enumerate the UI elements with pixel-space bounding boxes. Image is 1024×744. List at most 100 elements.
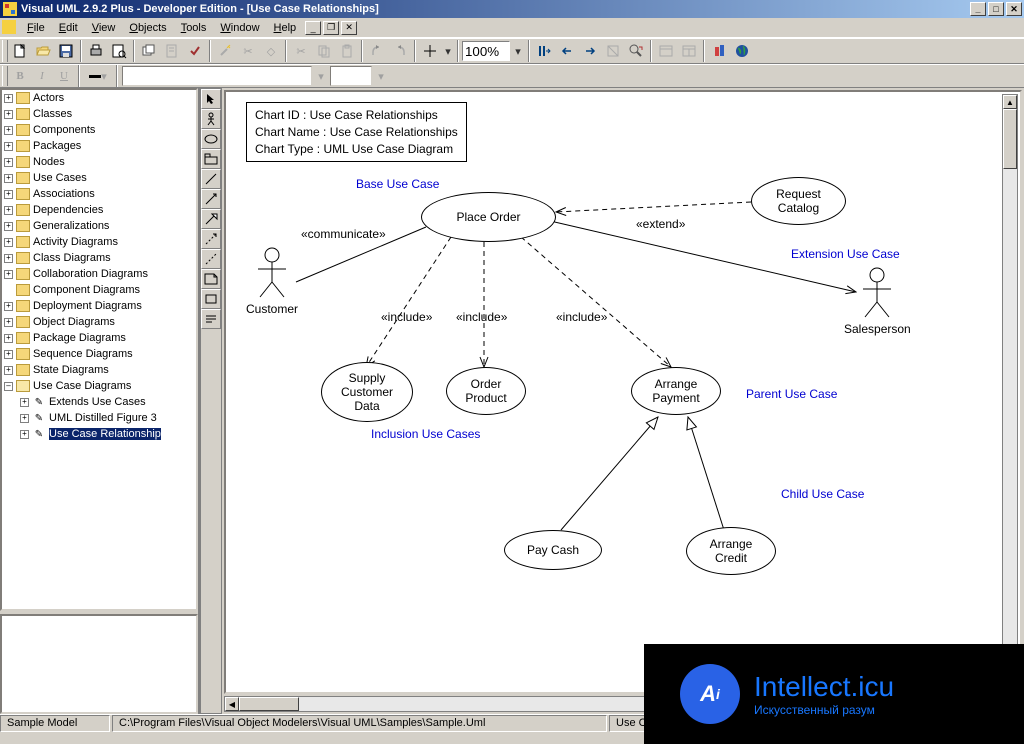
expand-icon[interactable]: + xyxy=(20,430,29,439)
menu-file[interactable]: File xyxy=(20,20,52,36)
scroll-up-button[interactable]: ▲ xyxy=(1003,95,1017,109)
tool-note[interactable] xyxy=(201,269,221,289)
nav-right-button[interactable] xyxy=(579,40,601,62)
collapse-icon[interactable]: – xyxy=(4,382,13,391)
chart-info-box[interactable]: Chart ID : Use Case Relationships Chart … xyxy=(246,102,467,162)
zoom-input[interactable] xyxy=(462,41,510,61)
tool-line-dashed2[interactable] xyxy=(201,249,221,269)
print-button[interactable] xyxy=(85,40,107,62)
tool-dependency[interactable] xyxy=(201,189,221,209)
print-preview-button[interactable] xyxy=(108,40,130,62)
tree-node[interactable]: +Actors xyxy=(2,90,196,106)
nav-bars-button[interactable] xyxy=(533,40,555,62)
tree-node[interactable]: +Generalizations xyxy=(2,218,196,234)
menu-view[interactable]: View xyxy=(85,20,123,36)
expand-icon[interactable]: + xyxy=(4,126,13,135)
tool-usecase[interactable] xyxy=(201,129,221,149)
expand-icon[interactable]: + xyxy=(4,190,13,199)
usecase-order-product[interactable]: Order Product xyxy=(446,367,526,415)
usecase-arrange-payment[interactable]: Arrange Payment xyxy=(631,367,721,415)
expand-icon[interactable]: + xyxy=(4,318,13,327)
tool-rect[interactable] xyxy=(201,289,221,309)
tree-node[interactable]: +Object Diagrams xyxy=(2,314,196,330)
fontsize-combo[interactable] xyxy=(330,66,372,86)
wizard-button[interactable] xyxy=(214,40,236,62)
tree-node[interactable]: +Use Cases xyxy=(2,170,196,186)
usecase-supply-customer-data[interactable]: Supply Customer Data xyxy=(321,362,413,422)
tool-text[interactable] xyxy=(201,309,221,329)
zoom-dropdown[interactable]: ▾ xyxy=(511,40,525,62)
tool-package[interactable] xyxy=(201,149,221,169)
usecase-pay-cash[interactable]: Pay Cash xyxy=(504,530,602,570)
actor-salesperson[interactable]: Salesperson xyxy=(844,267,911,336)
tree-node[interactable]: +Package Diagrams xyxy=(2,330,196,346)
tree-node[interactable]: +Sequence Diagrams xyxy=(2,346,196,362)
slides-button[interactable] xyxy=(138,40,160,62)
tree-node[interactable]: +Nodes xyxy=(2,154,196,170)
fmtbar-grip[interactable] xyxy=(2,66,8,86)
expand-icon[interactable]: + xyxy=(4,158,13,167)
menu-tools[interactable]: Tools xyxy=(174,20,214,36)
tree-node[interactable]: +✎UML Distilled Figure 3 xyxy=(2,410,196,426)
tree-node-usecase-diagrams[interactable]: –Use Case Diagrams xyxy=(2,378,196,394)
font-dropdown[interactable]: ▾ xyxy=(314,66,328,86)
toolbar-grip[interactable] xyxy=(2,40,8,62)
tool-actor[interactable] xyxy=(201,109,221,129)
doc-sys-icon[interactable] xyxy=(2,20,18,36)
mdi-minimize-button[interactable]: _ xyxy=(305,21,321,35)
cut-button[interactable]: ✂ xyxy=(290,40,312,62)
square-button[interactable]: ◇ xyxy=(260,40,282,62)
bold-button[interactable]: B xyxy=(10,66,30,86)
tree-node[interactable]: +Packages xyxy=(2,138,196,154)
expand-icon[interactable]: + xyxy=(4,174,13,183)
actor-customer[interactable]: Customer xyxy=(246,247,298,316)
check-button[interactable] xyxy=(184,40,206,62)
fontsize-dropdown[interactable]: ▾ xyxy=(374,66,388,86)
expand-icon[interactable]: + xyxy=(20,414,29,423)
new-button[interactable] xyxy=(9,40,31,62)
tool-association[interactable] xyxy=(201,169,221,189)
save-button[interactable] xyxy=(55,40,77,62)
copy-button[interactable] xyxy=(313,40,335,62)
redo-button[interactable] xyxy=(389,40,411,62)
model-tree[interactable]: +Actors +Classes +Components +Packages +… xyxy=(0,88,198,611)
expand-icon[interactable]: + xyxy=(4,110,13,119)
minimize-button[interactable]: _ xyxy=(970,2,986,16)
crosshair-button[interactable] xyxy=(419,40,441,62)
expand-icon[interactable]: + xyxy=(20,398,29,407)
tool-generalization[interactable] xyxy=(201,209,221,229)
tree-node[interactable]: +Activity Diagrams xyxy=(2,234,196,250)
find-button[interactable] xyxy=(602,40,624,62)
expand-icon[interactable]: + xyxy=(4,254,13,263)
usecase-request-catalog[interactable]: Request Catalog xyxy=(751,177,846,225)
tool-line-dashed[interactable] xyxy=(201,229,221,249)
usecase-place-order[interactable]: Place Order xyxy=(421,192,556,242)
expand-icon[interactable]: + xyxy=(4,350,13,359)
menu-edit[interactable]: Edit xyxy=(52,20,85,36)
nav-left-button[interactable] xyxy=(556,40,578,62)
expand-icon[interactable]: + xyxy=(4,270,13,279)
mdi-restore-button[interactable]: ❐ xyxy=(323,21,339,35)
fontcolor-button[interactable]: ▾ xyxy=(84,66,112,86)
expand-icon[interactable]: + xyxy=(4,238,13,247)
menu-help[interactable]: Help xyxy=(267,20,304,36)
usecase-arrange-credit[interactable]: Arrange Credit xyxy=(686,527,776,575)
expand-icon[interactable]: + xyxy=(4,334,13,343)
scroll-track[interactable] xyxy=(1003,169,1017,657)
tree-node-selected[interactable]: +✎Use Case Relationship xyxy=(2,426,196,442)
scroll-left-button[interactable]: ◀ xyxy=(225,697,239,711)
mdi-close-button[interactable]: ✕ xyxy=(341,21,357,35)
window2-button[interactable] xyxy=(678,40,700,62)
close-button[interactable]: ✕ xyxy=(1006,2,1022,16)
tree-node[interactable]: +Classes xyxy=(2,106,196,122)
vertical-scrollbar[interactable]: ▲ ▼ xyxy=(1002,94,1018,672)
italic-button[interactable]: I xyxy=(32,66,52,86)
find-next-button[interactable] xyxy=(625,40,647,62)
globe-button[interactable] xyxy=(731,40,753,62)
tree-node[interactable]: Component Diagrams xyxy=(2,282,196,298)
expand-icon[interactable]: + xyxy=(4,366,13,375)
open-button[interactable] xyxy=(32,40,54,62)
paste-button[interactable] xyxy=(336,40,358,62)
tree-node[interactable]: +State Diagrams xyxy=(2,362,196,378)
expand-icon[interactable]: + xyxy=(4,222,13,231)
